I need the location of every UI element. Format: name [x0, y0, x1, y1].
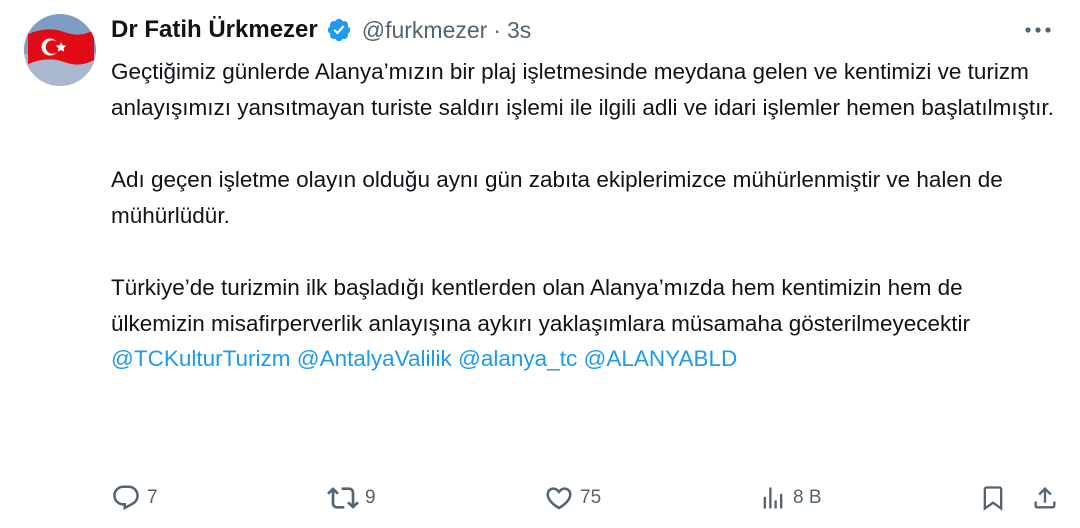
- retweet-button[interactable]: 9: [327, 478, 376, 518]
- more-options-icon[interactable]: [1020, 14, 1056, 46]
- separator-dot: ·: [493, 16, 501, 43]
- avatar[interactable]: [24, 14, 96, 86]
- heart-icon: [546, 487, 572, 510]
- retweet-count: 9: [365, 487, 376, 508]
- share-button[interactable]: [1031, 478, 1059, 518]
- reply-icon: [113, 485, 139, 511]
- tweet-paragraph-3: Türkiye’de turizmin ilk başladığı kentle…: [111, 270, 1056, 377]
- mention-link[interactable]: @alanya_tc: [458, 346, 577, 371]
- like-count: 75: [580, 487, 602, 508]
- like-button[interactable]: 75: [544, 478, 601, 518]
- tweet-paragraph-3-text: Türkiye’de turizmin ilk başladığı kentle…: [111, 275, 971, 336]
- timestamp[interactable]: 3s: [507, 17, 531, 44]
- mention-link[interactable]: @ALANYABLD: [583, 346, 737, 371]
- tweet-paragraph-2: Adı geçen işletme olayın olduğu aynı gün…: [111, 167, 1003, 228]
- verified-badge-icon[interactable]: [326, 17, 352, 43]
- share-icon: [1034, 487, 1056, 509]
- tweet-actions: 7 9 75 8 B: [111, 478, 1061, 518]
- tweet-text: Geçtiğimiz günlerde Alanya’mızın bir pla…: [111, 54, 1056, 377]
- bookmark-icon: [983, 486, 1003, 511]
- retweet-icon: [327, 487, 359, 509]
- tweet-header: Dr Fatih Ürkmezer @furkmezer · 3s: [111, 14, 1056, 46]
- mention-link[interactable]: @TCKulturTurizm: [111, 346, 291, 371]
- author-name[interactable]: Dr Fatih Ürkmezer: [111, 16, 318, 44]
- turkish-flag-avatar-icon: [24, 14, 96, 86]
- views-chart-icon: [763, 487, 783, 509]
- views-count: 8 B: [793, 487, 822, 508]
- reply-button[interactable]: 7: [111, 478, 158, 518]
- views-button[interactable]: 8 B: [759, 478, 822, 518]
- bookmark-button[interactable]: [979, 478, 1007, 518]
- tweet-paragraph-1: Geçtiğimiz günlerde Alanya’mızın bir pla…: [111, 59, 1054, 120]
- author-handle[interactable]: @furkmezer: [362, 17, 488, 44]
- reply-count: 7: [147, 487, 158, 508]
- mention-link[interactable]: @AntalyaValilik: [297, 346, 452, 371]
